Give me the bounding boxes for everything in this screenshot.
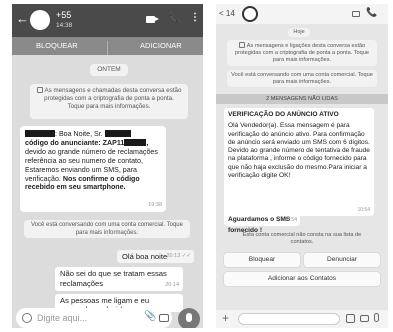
incoming-message-scam[interactable]: : Boa Noite, Sr. código do anunciante: Z… [20,126,166,212]
unknown-contact-action-bar: BLOQUEAR ADICIONAR [12,37,203,55]
message-composer: + [216,310,388,328]
business-account-notice[interactable]: Você está conversando com uma conta come… [24,220,190,238]
left-phone-screen: ← +55 14:38 📞 ⋮ BLOQUEAR ADICIONAR ONTEM… [12,4,203,328]
incoming-message[interactable]: Não sei do que se tratam essas reclamaçõ… [55,267,183,291]
overflow-menu-icon[interactable]: ⋮ [190,12,200,23]
redacted-block [104,130,131,137]
incoming-message[interactable]: Aguardamos o SMS fornecido ! 10:54 [224,214,300,234]
date-separator: ONTEM [90,64,128,76]
lock-icon [36,87,43,93]
phone-call-icon[interactable]: 📞 [168,13,180,24]
message-input[interactable] [238,313,340,325]
message-time: 10:54 [284,217,297,223]
not-in-contacts-notice: Esta conta comercial não consta na sua l… [242,232,362,245]
microphone-icon[interactable] [374,313,379,322]
camera-icon[interactable] [360,315,369,322]
date-separator: Hoje [288,28,310,37]
business-account-notice[interactable]: Você está conversando com uma conta come… [227,70,377,87]
add-contact-button[interactable]: ADICIONAR [140,41,182,50]
contact-subtitle: 14:38 [56,22,73,29]
chat-header: < 14 📞 [216,4,388,24]
message-text: Não sei do que se tratam essas reclamaçõ… [60,269,167,288]
msg-greeting: : Boa Noite, Sr. [55,130,103,138]
avatar[interactable] [242,6,258,22]
camera-icon[interactable] [159,314,169,322]
message-time: 10:54 [357,206,370,213]
microphone-icon[interactable] [178,308,200,328]
screenshot-stage: ← +55 14:38 📞 ⋮ BLOQUEAR ADICIONAR ONTEM… [0,0,393,332]
message-composer[interactable]: Digite aqui... 📎 [16,308,172,328]
plus-icon[interactable]: + [222,311,229,325]
right-phone-screen: < 14 📞 Hoje As mensagens e ligações dest… [216,4,388,328]
incoming-message-scam[interactable]: VERIFICAÇÃO DO ANÚNCIO ATIVO Olá Vendedo… [224,108,374,216]
avatar[interactable] [30,10,50,30]
redacted-block [25,130,55,137]
lock-icon [238,42,245,48]
block-button[interactable]: BLOQUEAR [36,41,78,50]
divider [107,41,108,55]
msg-comma: , [146,138,149,147]
encryption-text: As mensagens e chamadas desta conversa e… [44,87,182,110]
message-title: VERIFICAÇÃO DO ANÚNCIO ATIVO [228,111,339,118]
back-button[interactable]: < 14 [219,9,235,18]
sticker-icon[interactable] [346,314,355,323]
emoji-icon[interactable] [22,313,32,323]
outgoing-message[interactable]: Olá boa noite 20:13 ✓✓ [117,250,194,263]
msg-advertiser-code: código do anunciante: ZAP11 [25,138,125,147]
encryption-notice[interactable]: As mensagens e chamadas desta conversa e… [30,84,188,119]
add-to-contacts-button[interactable]: Adicionar aos Contatos [224,272,380,286]
attach-icon[interactable]: 📎 [144,311,156,322]
encryption-text: As mensagens e ligações desta conversa e… [235,43,369,63]
message-time: 19:38 [148,202,162,209]
encryption-notice[interactable]: As mensagens e ligações desta conversa e… [227,40,377,66]
phone-call-icon[interactable]: 📞 [366,7,377,18]
message-time: 20:14 [165,282,179,288]
video-call-icon[interactable] [146,16,159,23]
report-button[interactable]: Denunciar [304,253,380,267]
redacted-block [124,138,147,146]
block-button[interactable]: Bloquear [224,253,300,267]
unread-messages-banner: 2 MENSAGENS NÃO LIDAS [216,94,388,104]
message-text: Olá boa noite [122,252,168,261]
contact-name[interactable]: +55 [56,10,71,20]
message-time: 20:13 ✓✓ [166,253,191,259]
message-input-placeholder[interactable]: Digite aqui... [37,313,87,323]
chat-header: ← +55 14:38 📞 ⋮ [12,4,203,37]
video-call-icon[interactable] [352,11,360,17]
message-text: Olá Vendedor(a). Essa mensagem é para ve… [228,122,370,180]
back-arrow-icon[interactable]: ← [16,12,29,25]
